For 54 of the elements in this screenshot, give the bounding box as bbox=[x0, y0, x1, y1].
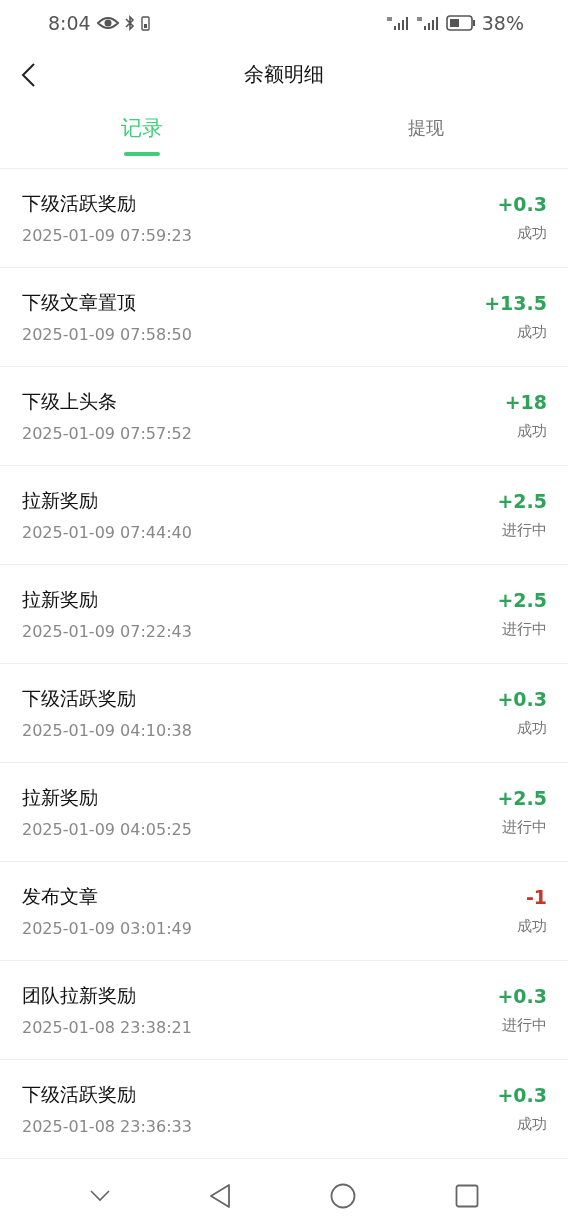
record-title: 拉新奖励 bbox=[22, 587, 99, 612]
record-time: 2025-01-09 07:57:52 bbox=[22, 424, 193, 443]
record-title: 下级活跃奖励 bbox=[22, 191, 137, 216]
page-title: 余额明细 bbox=[244, 60, 324, 88]
record-title: 下级上头条 bbox=[22, 389, 118, 414]
status-time: 8:04 bbox=[48, 12, 91, 34]
record-amount: -1 bbox=[525, 886, 547, 908]
record-amount: +2.5 bbox=[497, 787, 547, 809]
record-time: 2025-01-09 07:59:23 bbox=[22, 226, 193, 245]
record-status: 成功 bbox=[517, 224, 547, 243]
record-title: 下级活跃奖励 bbox=[22, 686, 137, 711]
record-amount: +0.3 bbox=[497, 193, 547, 215]
record-time: 2025-01-09 04:05:25 bbox=[22, 820, 193, 839]
record-title: 团队拉新奖励 bbox=[22, 983, 137, 1008]
record-time: 2025-01-09 03:01:49 bbox=[22, 919, 193, 938]
record-amount: +13.5 bbox=[484, 292, 547, 314]
record-time: 2025-01-09 07:44:40 bbox=[22, 523, 193, 542]
record-status: 成功 bbox=[517, 422, 547, 441]
record-time: 2025-01-08 23:38:21 bbox=[22, 1018, 193, 1037]
battery-small-icon bbox=[140, 15, 150, 31]
record-title: 下级活跃奖励 bbox=[22, 1082, 137, 1107]
eye-icon bbox=[96, 16, 119, 30]
record-status: 进行中 bbox=[502, 521, 547, 540]
record-title: 下级文章置顶 bbox=[22, 290, 137, 315]
record-status: 进行中 bbox=[502, 620, 547, 639]
record-time: 2025-01-09 07:58:50 bbox=[22, 325, 193, 344]
record-amount: +0.3 bbox=[497, 985, 547, 1007]
record-amount: +0.3 bbox=[497, 1084, 547, 1106]
record-amount: +2.5 bbox=[497, 490, 547, 512]
battery-icon bbox=[445, 15, 476, 31]
record-time: 2025-01-09 07:22:43 bbox=[22, 622, 193, 641]
record-time: 2025-01-09 04:10:38 bbox=[22, 721, 193, 740]
record-status: 成功 bbox=[517, 323, 547, 342]
signal-icon bbox=[385, 15, 410, 31]
record-title: 发布文章 bbox=[22, 884, 99, 909]
record-amount: +2.5 bbox=[497, 589, 547, 611]
record-status: 成功 bbox=[517, 719, 547, 738]
record-status: 进行中 bbox=[502, 818, 547, 837]
record-title: 拉新奖励 bbox=[22, 488, 99, 513]
back-triangle-icon[interactable] bbox=[208, 1183, 231, 1209]
tab[interactable]: 提现 bbox=[408, 102, 444, 168]
record-title: 拉新奖励 bbox=[22, 785, 99, 810]
record-status: 进行中 bbox=[502, 1016, 547, 1035]
bluetooth-icon bbox=[124, 15, 135, 31]
chevron-down-icon[interactable] bbox=[89, 1190, 110, 1202]
battery-percentage: 38% bbox=[481, 12, 524, 34]
home-circle-icon[interactable] bbox=[329, 1183, 356, 1209]
record-status: 成功 bbox=[517, 917, 547, 936]
record-amount: +18 bbox=[504, 391, 547, 413]
record-amount: +0.3 bbox=[497, 688, 547, 710]
signal-icon bbox=[415, 15, 440, 31]
recents-square-icon[interactable] bbox=[454, 1184, 479, 1208]
record-status: 成功 bbox=[517, 1115, 547, 1134]
record-time: 2025-01-08 23:36:33 bbox=[22, 1117, 193, 1136]
